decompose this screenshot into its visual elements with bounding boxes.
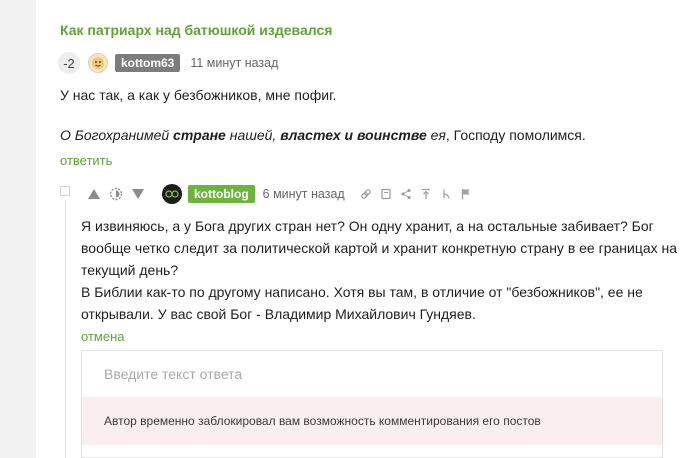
share-icon — [401, 188, 411, 200]
reply-comment-body: Я извиняюсь, а у Бога других стран нет? … — [81, 215, 686, 325]
vote-down-button[interactable] — [130, 186, 146, 202]
cancel-reply-link[interactable]: отмена — [81, 329, 124, 344]
username-chip[interactable]: kottom63 — [115, 54, 181, 72]
thread-line[interactable] — [65, 200, 66, 458]
arrow-up-icon — [88, 189, 100, 199]
save-button[interactable] — [379, 187, 393, 201]
go-to-parent-button[interactable] — [419, 187, 433, 201]
comment-quote: О Богохранимей стране нашей, властех и в… — [60, 127, 586, 143]
reply-input[interactable] — [82, 351, 662, 397]
rating-hidden-button[interactable] — [108, 186, 124, 202]
post-title[interactable]: Как патриарх над батюшкой издевался — [60, 22, 332, 38]
share-button[interactable] — [399, 187, 413, 201]
branch-button[interactable] — [439, 187, 453, 201]
reply-comment-meta: kottoblog 6 минут назад — [86, 183, 473, 205]
collapse-thread-toggle[interactable] — [60, 186, 70, 196]
branch-icon — [443, 189, 450, 199]
comment-actions — [353, 187, 473, 201]
comment-body: У нас так, а как у безбожников, мне пофи… — [60, 87, 680, 143]
arrow-to-top-icon — [421, 188, 430, 199]
user-avatar[interactable] — [162, 184, 182, 204]
comment-text: У нас так, а как у безбожников, мне пофи… — [60, 87, 337, 103]
moon-icon — [109, 187, 123, 201]
bookmark-icon — [381, 188, 391, 200]
avatar-face-icon — [92, 57, 104, 69]
vote-up-button[interactable] — [86, 186, 102, 202]
username-chip[interactable]: kottoblog — [188, 185, 255, 203]
arrow-down-icon — [132, 189, 144, 199]
link-icon — [360, 189, 371, 199]
comments-card: Как патриарх над батюшкой издевался -2 k… — [36, 0, 700, 458]
comment-meta: -2 kottom63 11 минут назад — [58, 52, 278, 74]
reply-editor: Автор временно заблокировал вам возможно… — [81, 350, 663, 458]
user-avatar[interactable] — [88, 53, 108, 73]
comment-text: В Библии как-то по другому написано. Хот… — [81, 284, 643, 322]
report-button[interactable] — [459, 187, 473, 201]
comment-text: Я извиняюсь, а у Бога других стран нет? … — [81, 218, 678, 278]
reply-link[interactable]: ответить — [60, 153, 112, 168]
comment-time[interactable]: 6 минут назад — [263, 187, 345, 201]
flag-icon — [461, 189, 470, 200]
copy-link-button[interactable] — [359, 187, 373, 201]
blocked-notice: Автор временно заблокировал вам возможно… — [82, 397, 662, 445]
comment-time[interactable]: 11 минут назад — [190, 56, 278, 70]
comment-rating: -2 — [58, 52, 80, 74]
avatar-glasses-icon — [165, 190, 179, 198]
